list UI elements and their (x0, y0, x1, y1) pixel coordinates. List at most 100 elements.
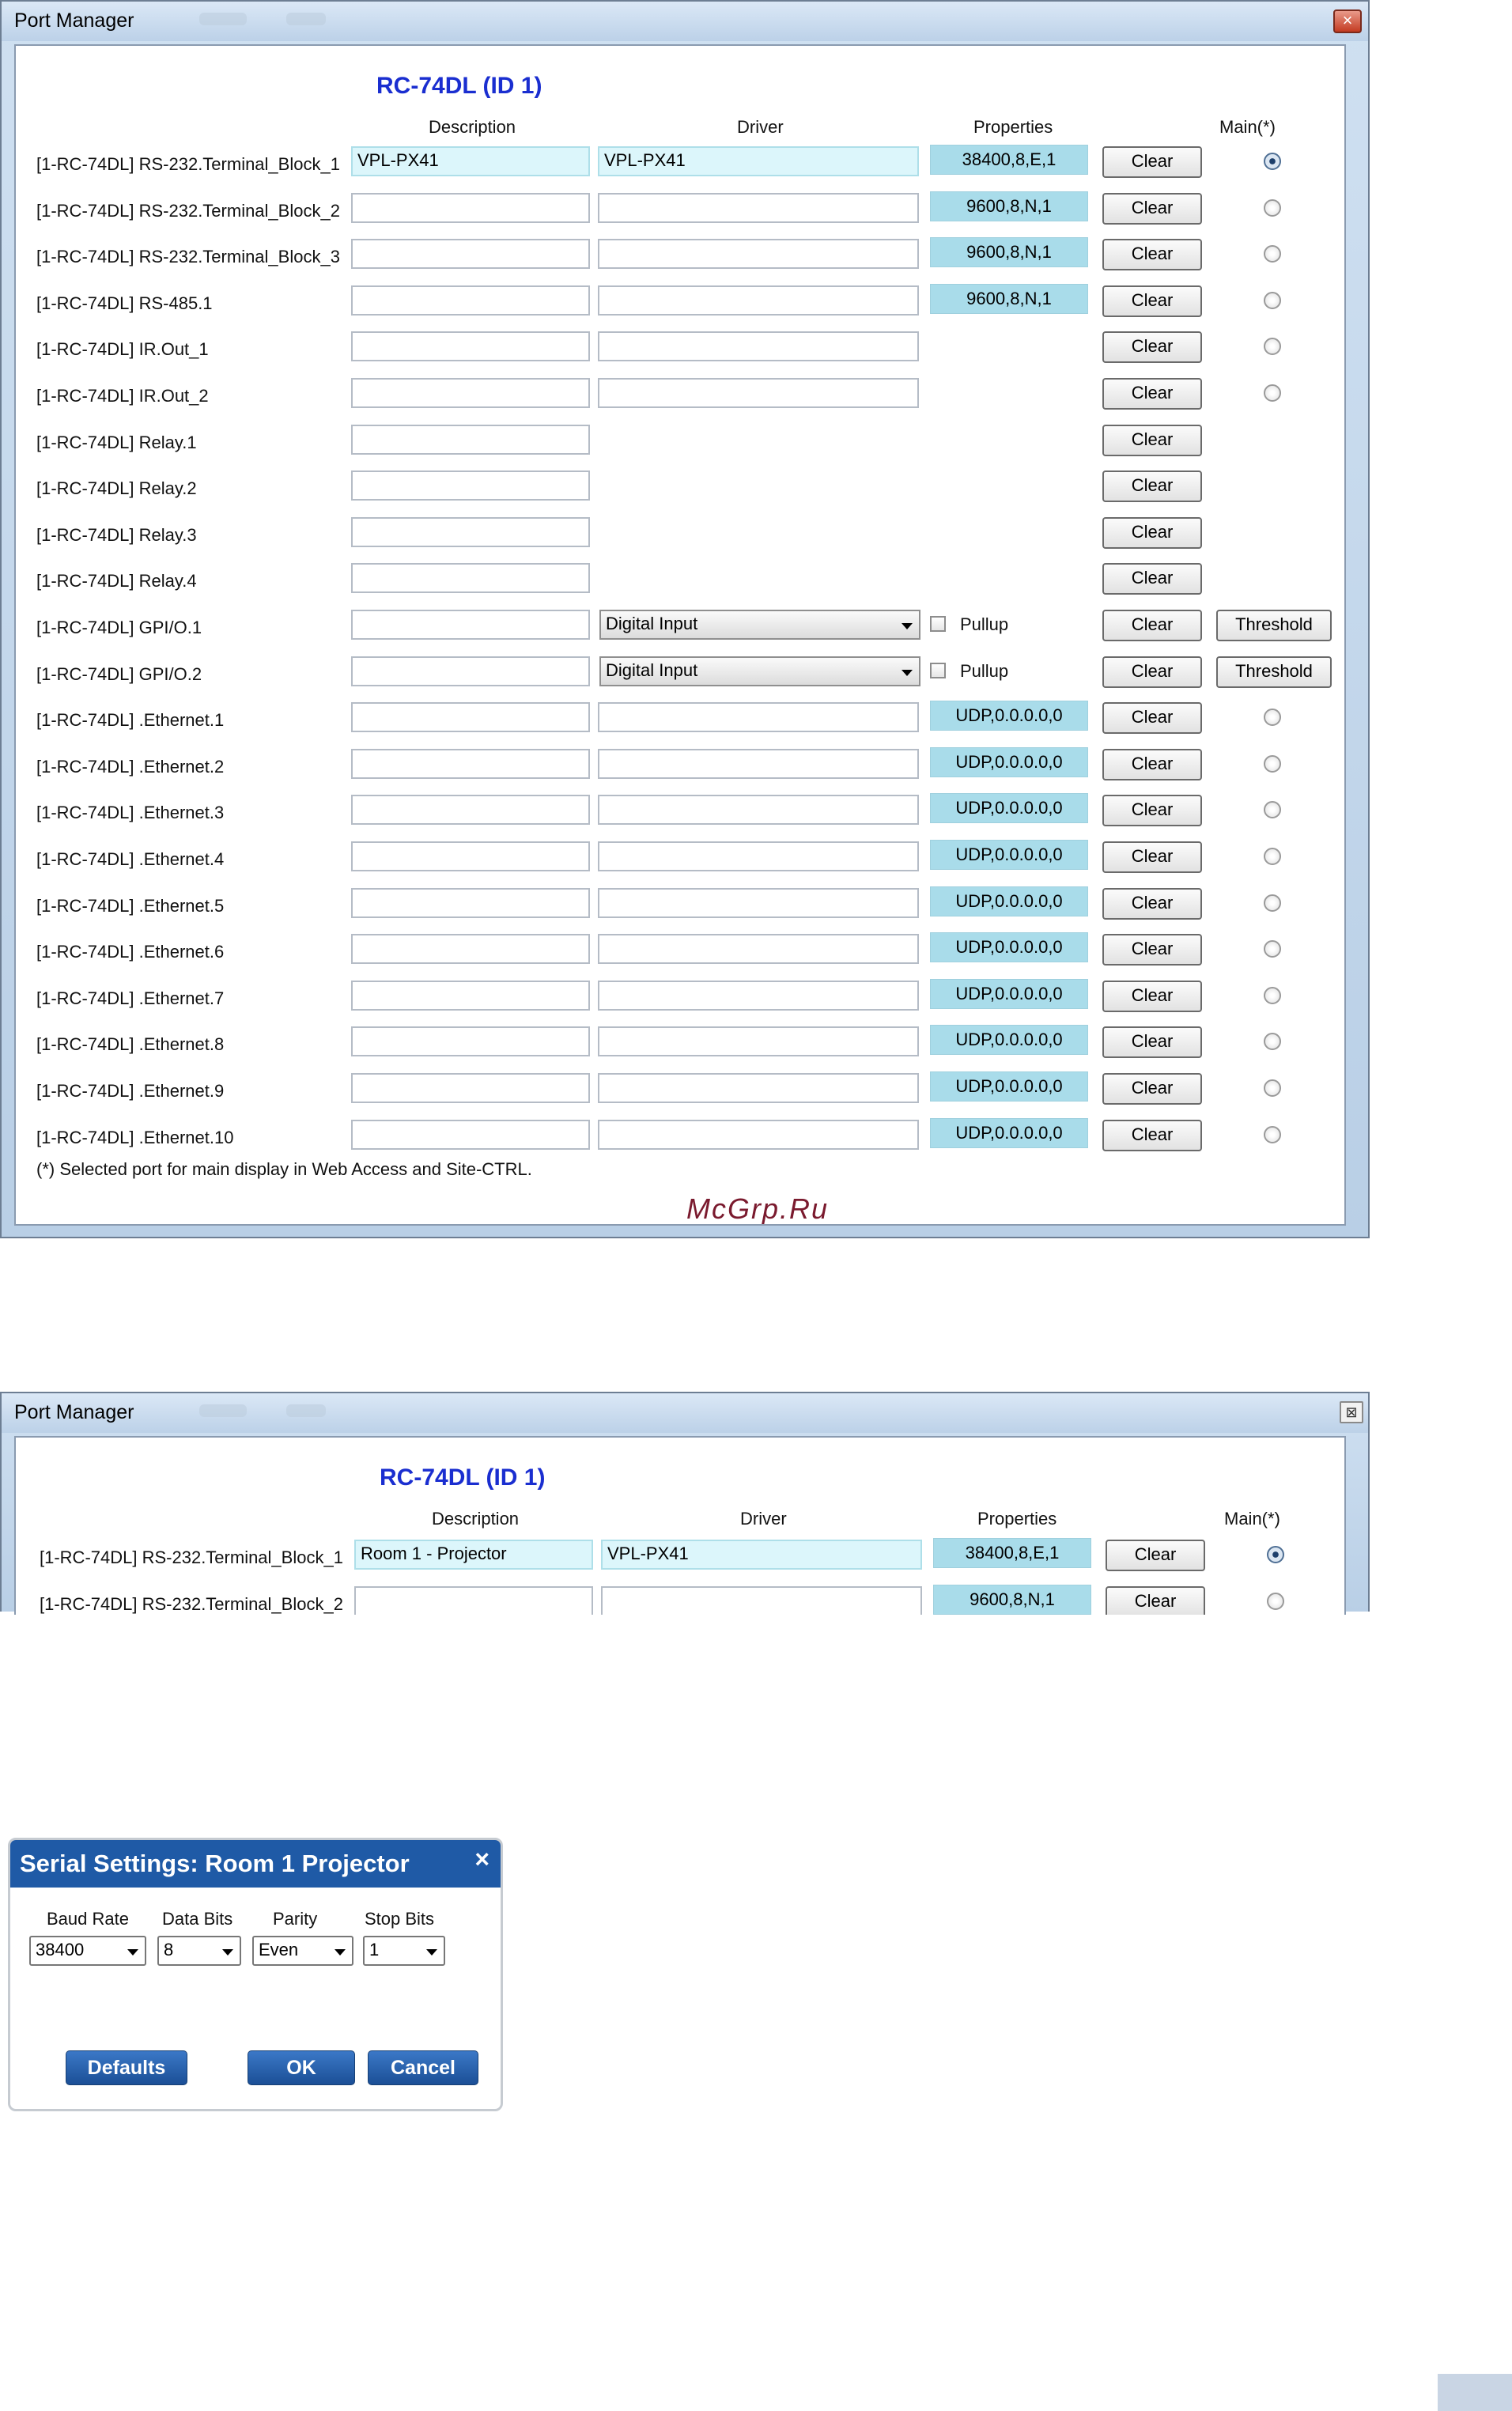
main-port-radio[interactable] (1264, 153, 1281, 170)
clear-button[interactable]: Clear (1106, 1540, 1205, 1571)
close-icon[interactable]: ⊠ (1340, 1401, 1363, 1423)
clear-button[interactable]: Clear (1102, 331, 1202, 364)
clear-button[interactable]: Clear (1102, 887, 1202, 920)
clear-button[interactable]: Clear (1102, 239, 1202, 271)
clear-button[interactable]: Clear (1102, 656, 1202, 688)
driver-input[interactable] (598, 1026, 919, 1057)
driver-input[interactable] (598, 934, 919, 965)
clear-button[interactable]: Clear (1102, 470, 1202, 503)
driver-input[interactable] (598, 192, 919, 223)
main-port-radio[interactable] (1267, 1592, 1284, 1610)
main-port-radio[interactable] (1264, 848, 1281, 865)
description-input[interactable] (351, 239, 590, 270)
driver-input[interactable] (598, 887, 919, 918)
description-input[interactable] (351, 702, 590, 733)
main-port-radio[interactable] (1264, 894, 1281, 912)
properties-field[interactable]: UDP,0.0.0.0,0 (930, 793, 1088, 824)
description-input[interactable]: Room 1 - Projector (354, 1540, 593, 1570)
description-input[interactable] (351, 470, 590, 501)
main-port-radio[interactable] (1264, 986, 1281, 1004)
main-port-radio[interactable] (1264, 1125, 1281, 1143)
properties-field[interactable]: UDP,0.0.0.0,0 (930, 886, 1088, 916)
clear-button[interactable]: Clear (1102, 702, 1202, 735)
pullup-checkbox[interactable] (930, 616, 946, 632)
driver-input[interactable] (598, 239, 919, 270)
clear-button[interactable]: Clear (1102, 516, 1202, 549)
title-bar[interactable]: Port Manager × (2, 2, 1368, 41)
main-port-radio[interactable] (1264, 801, 1281, 819)
description-input[interactable] (351, 516, 590, 547)
driver-input[interactable] (598, 1119, 919, 1150)
description-input[interactable] (351, 331, 590, 362)
parity-select[interactable]: Even (252, 1936, 353, 1966)
main-port-radio[interactable] (1264, 198, 1281, 217)
description-input[interactable] (351, 285, 590, 316)
main-port-radio[interactable] (1264, 754, 1281, 773)
properties-field[interactable]: 9600,8,N,1 (933, 1584, 1091, 1615)
description-input[interactable] (351, 1119, 590, 1150)
main-port-radio[interactable] (1267, 1546, 1284, 1563)
description-input[interactable] (351, 610, 590, 640)
description-input[interactable] (351, 378, 590, 408)
driver-input[interactable] (598, 331, 919, 362)
driver-input[interactable] (598, 748, 919, 779)
properties-field[interactable]: UDP,0.0.0.0,0 (930, 840, 1088, 870)
threshold-button[interactable]: Threshold (1216, 656, 1332, 688)
stop-bits-select[interactable]: 1 (363, 1936, 445, 1966)
driver-input[interactable]: VPL-PX41 (601, 1540, 922, 1570)
driver-input[interactable] (598, 1073, 919, 1103)
main-port-radio[interactable] (1264, 384, 1281, 402)
cancel-button[interactable]: Cancel (368, 2050, 478, 2085)
description-input[interactable] (351, 841, 590, 871)
main-port-radio[interactable] (1264, 1079, 1281, 1097)
defaults-button[interactable]: Defaults (66, 2050, 187, 2085)
driver-input[interactable] (598, 285, 919, 316)
driver-input[interactable] (601, 1585, 922, 1615)
main-port-radio[interactable] (1264, 940, 1281, 958)
properties-field[interactable]: 38400,8,E,1 (930, 145, 1088, 175)
close-icon[interactable]: × (474, 1845, 490, 1874)
driver-input[interactable] (598, 841, 919, 871)
clear-button[interactable]: Clear (1102, 795, 1202, 827)
description-input[interactable] (351, 795, 590, 826)
main-port-radio[interactable] (1264, 709, 1281, 727)
properties-field[interactable]: UDP,0.0.0.0,0 (930, 1117, 1088, 1148)
clear-button[interactable]: Clear (1102, 1119, 1202, 1151)
properties-field[interactable]: UDP,0.0.0.0,0 (930, 746, 1088, 777)
description-input[interactable] (354, 1585, 593, 1615)
main-port-radio[interactable] (1264, 245, 1281, 263)
clear-button[interactable]: Clear (1102, 378, 1202, 410)
clear-button[interactable]: Clear (1102, 285, 1202, 317)
description-input[interactable]: VPL-PX41 (351, 146, 590, 176)
clear-button[interactable]: Clear (1102, 1073, 1202, 1105)
clear-button[interactable]: Clear (1102, 748, 1202, 780)
clear-button[interactable]: Clear (1102, 980, 1202, 1012)
driver-input[interactable] (598, 378, 919, 408)
properties-field[interactable]: UDP,0.0.0.0,0 (930, 978, 1088, 1009)
clear-button[interactable]: Clear (1102, 424, 1202, 456)
baud-rate-select[interactable]: 38400 (29, 1936, 146, 1966)
properties-field[interactable]: UDP,0.0.0.0,0 (930, 1025, 1088, 1056)
description-input[interactable] (351, 424, 590, 455)
description-input[interactable] (351, 192, 590, 223)
description-input[interactable] (351, 563, 590, 594)
threshold-button[interactable]: Threshold (1216, 610, 1332, 641)
ok-button[interactable]: OK (248, 2050, 355, 2085)
driver-select[interactable]: Digital Input (599, 656, 920, 686)
description-input[interactable] (351, 980, 590, 1011)
main-port-radio[interactable] (1264, 1033, 1281, 1051)
description-input[interactable] (351, 887, 590, 918)
description-input[interactable] (351, 748, 590, 779)
data-bits-select[interactable]: 8 (157, 1936, 241, 1966)
clear-button[interactable]: Clear (1102, 192, 1202, 225)
driver-input[interactable] (598, 702, 919, 733)
main-port-radio[interactable] (1264, 291, 1281, 309)
description-input[interactable] (351, 656, 590, 686)
driver-input[interactable] (598, 795, 919, 826)
main-port-radio[interactable] (1264, 338, 1281, 356)
pullup-checkbox[interactable] (930, 662, 946, 678)
driver-input[interactable] (598, 980, 919, 1011)
driver-input[interactable]: VPL-PX41 (598, 146, 919, 176)
properties-field[interactable]: UDP,0.0.0.0,0 (930, 1071, 1088, 1102)
clear-button[interactable]: Clear (1102, 610, 1202, 641)
